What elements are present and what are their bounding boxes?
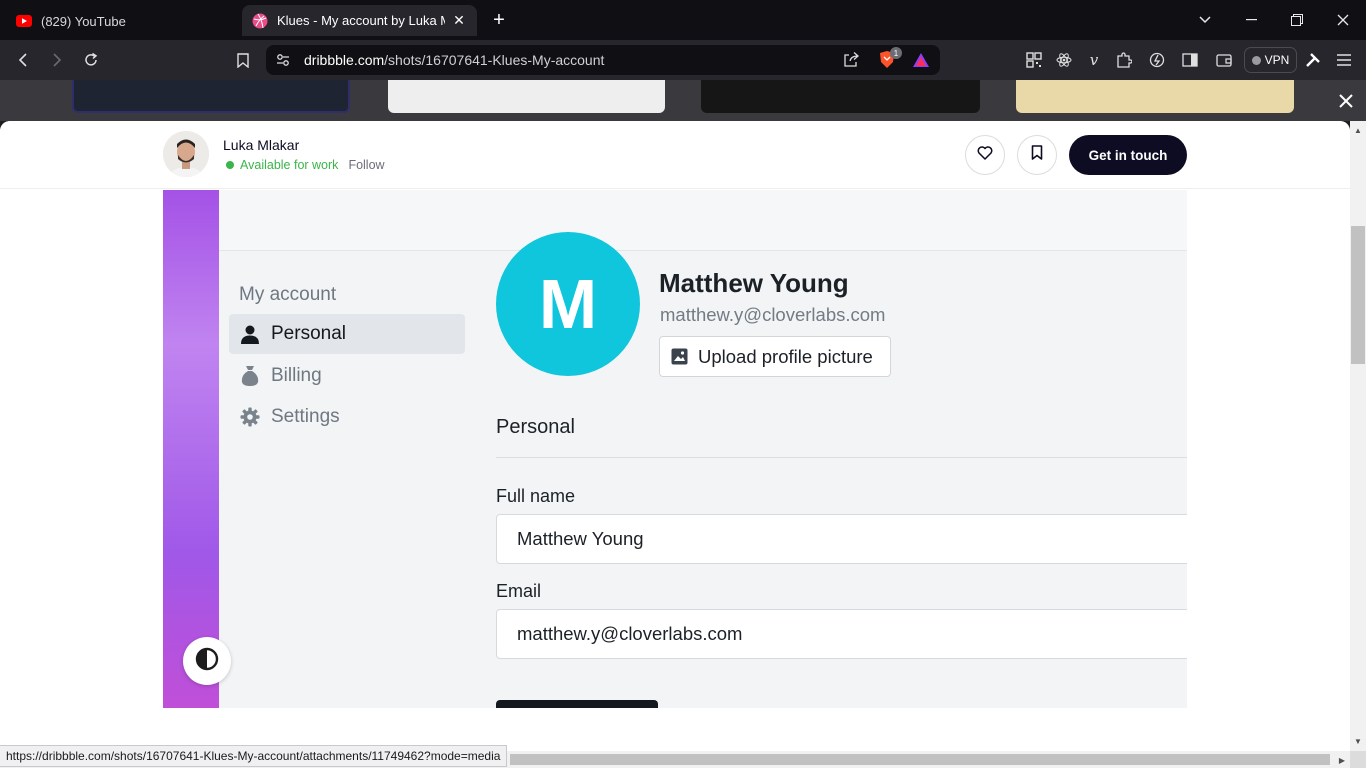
vue-devtools-icon[interactable]: v [1081, 48, 1107, 72]
author-avatar[interactable] [163, 131, 209, 177]
sidebar-item-label: Personal [271, 323, 346, 344]
minimize-button[interactable] [1238, 8, 1264, 32]
get-in-touch-button[interactable]: Get in touch [1069, 135, 1187, 175]
link-status-url: https://dribbble.com/shots/16707641-Klue… [0, 745, 508, 767]
section-divider [496, 457, 1187, 458]
bookmark-page-icon[interactable] [230, 48, 256, 72]
vpn-button[interactable]: VPN [1244, 47, 1297, 73]
shield-count-badge: 1 [890, 47, 902, 59]
money-bag-icon [239, 365, 261, 387]
reload-button[interactable] [78, 48, 104, 72]
shot-modal: Luka Mlakar Available for work Follow Ge… [0, 121, 1350, 751]
author-name[interactable]: Luka Mlakar [223, 137, 299, 153]
heart-icon [977, 145, 993, 165]
upload-label: Upload profile picture [698, 345, 873, 367]
sidebar-item-personal: Personal [229, 314, 465, 354]
sidebar-title: My account [239, 284, 337, 305]
tab-youtube[interactable]: (829) YouTube [6, 6, 236, 36]
sidebar-item-billing: Billing [229, 356, 465, 396]
leo-ai-icon[interactable] [1144, 48, 1170, 72]
availability-text[interactable]: Available for work [240, 158, 338, 172]
gear-icon [239, 406, 261, 428]
shot-header: Luka Mlakar Available for work Follow Ge… [0, 121, 1350, 189]
full-name-label: Full name [496, 486, 576, 506]
bookmark-icon [1031, 145, 1043, 165]
close-overlay-button[interactable] [1335, 90, 1357, 112]
tab-title: Klues - My account by Luka Mlakar [277, 13, 445, 28]
scroll-right-arrow-icon[interactable]: ▶ [1334, 753, 1350, 767]
profile-initial-avatar: M [496, 232, 640, 376]
wallet-icon[interactable] [1211, 48, 1237, 72]
tab-list-chevron-icon[interactable] [1192, 8, 1218, 32]
profile-name: Matthew Young [659, 268, 849, 298]
sidebar-item-label: Settings [271, 406, 340, 427]
tab-klues[interactable]: Klues - My account by Luka Mlakar ✕ [242, 5, 477, 36]
save-changes-button [496, 700, 658, 708]
browser-tab-bar: (829) YouTube Klues - My account by Luka… [0, 0, 1366, 40]
browser-toolbar: dribbble.com/shots/16707641-Klues-My-acc… [0, 40, 1366, 80]
close-window-button[interactable] [1330, 8, 1356, 32]
scrollbar-corner [1350, 751, 1366, 768]
vpn-status-dot [1251, 55, 1261, 65]
background-thumbnail[interactable] [1016, 80, 1294, 113]
save-button[interactable] [1017, 135, 1057, 175]
like-button[interactable] [965, 135, 1005, 175]
close-tab-icon[interactable]: ✕ [451, 12, 467, 29]
email-label: Email [496, 581, 542, 601]
new-tab-button[interactable]: + [488, 9, 510, 31]
background-shots-strip [0, 80, 1366, 121]
qr-code-icon[interactable] [1021, 48, 1047, 72]
email-field: matthew.y@cloverlabs.com [496, 609, 1187, 659]
follow-link[interactable]: Follow [348, 158, 384, 172]
image-icon [670, 348, 688, 366]
restore-button[interactable] [1284, 8, 1310, 32]
vertical-scroll-thumb[interactable] [1351, 226, 1365, 364]
share-icon[interactable] [843, 51, 860, 73]
tab-title: (829) YouTube [41, 13, 126, 29]
full-name-field: Matthew Young [496, 514, 1187, 564]
contrast-icon [195, 647, 219, 676]
react-devtools-icon[interactable] [1051, 48, 1077, 72]
sidebar-item-settings: Settings [229, 397, 465, 437]
forward-button[interactable] [44, 48, 70, 72]
sidebar-toggle-icon[interactable] [1177, 48, 1203, 72]
vertical-scrollbar[interactable] [1350, 121, 1366, 751]
dribbble-icon [252, 13, 268, 29]
scroll-down-arrow-icon[interactable]: ▼ [1350, 734, 1366, 748]
scroll-up-arrow-icon[interactable]: ▲ [1350, 123, 1366, 137]
back-button[interactable] [10, 48, 36, 72]
youtube-icon [16, 13, 32, 29]
brave-rewards-icon[interactable] [912, 52, 930, 73]
background-thumbnail[interactable] [388, 80, 665, 113]
section-title: Personal [496, 416, 575, 438]
extensions-icon[interactable] [1111, 48, 1137, 72]
tools-icon[interactable] [1300, 48, 1326, 72]
background-thumbnail[interactable] [701, 80, 980, 113]
purple-gradient-strip [163, 190, 219, 708]
url-text: dribbble.com/shots/16707641-Klues-My-acc… [304, 52, 605, 68]
horizontal-scroll-thumb[interactable] [510, 754, 1330, 765]
theme-toggle-button[interactable] [183, 637, 231, 685]
shot-image[interactable]: My account Personal Billing Settings M M… [163, 190, 1187, 708]
site-settings-icon[interactable] [276, 53, 290, 72]
menu-icon[interactable] [1331, 48, 1357, 72]
design-topbar [219, 190, 1187, 251]
available-status-dot [226, 161, 234, 169]
profile-email: matthew.y@cloverlabs.com [660, 304, 886, 325]
address-bar[interactable]: dribbble.com/shots/16707641-Klues-My-acc… [266, 45, 940, 75]
sidebar-item-label: Billing [271, 365, 322, 386]
upload-profile-picture-button: Upload profile picture [659, 336, 891, 377]
background-thumbnail[interactable] [72, 80, 350, 113]
person-icon [239, 323, 261, 345]
vpn-label: VPN [1264, 53, 1290, 67]
availability-row: Available for work Follow [226, 158, 385, 172]
